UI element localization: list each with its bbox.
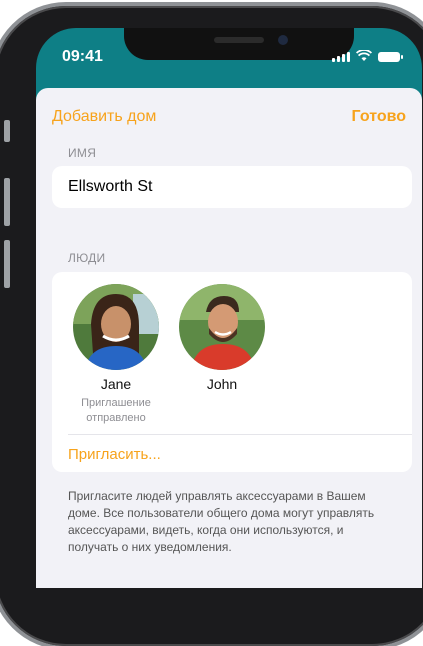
signal-icon (332, 52, 350, 62)
battery-icon (378, 52, 403, 62)
notch (124, 28, 354, 60)
person-name: Jane (100, 376, 132, 392)
status-icons (332, 50, 403, 62)
status-time: 09:41 (62, 48, 103, 65)
volume-up-button (4, 178, 10, 226)
home-name-field[interactable]: Ellsworth St (52, 166, 412, 208)
people-section-label: ЛЮДИ (68, 251, 106, 265)
people-card: Jane Приглашение отправлено John Приглас… (52, 272, 412, 472)
phone-screen: 09:41 Добавить дом Готово ИМЯ Ellsworth … (36, 28, 422, 588)
volume-down-button (4, 240, 10, 288)
divider (68, 434, 412, 435)
add-home-sheet: Добавить дом Готово ИМЯ Ellsworth St ЛЮД… (36, 88, 422, 588)
home-name-value[interactable]: Ellsworth St (68, 178, 152, 196)
front-camera (278, 35, 288, 45)
speaker (214, 37, 264, 43)
person-name: John (206, 376, 238, 392)
name-section-label: ИМЯ (68, 146, 97, 160)
avatar-jane (73, 284, 159, 370)
avatar-john (179, 284, 265, 370)
mute-switch (4, 120, 10, 142)
invite-button[interactable]: Пригласить... (68, 446, 161, 463)
person-jane[interactable]: Jane Приглашение отправлено (66, 284, 166, 426)
person-john[interactable]: John (172, 284, 272, 396)
add-home-title[interactable]: Добавить дом (52, 108, 156, 126)
invite-explanation: Пригласите людей управлять аксессуарами … (68, 489, 375, 554)
wifi-icon (356, 50, 372, 61)
person-status: Приглашение отправлено (81, 397, 151, 424)
done-button[interactable]: Готово (352, 108, 406, 126)
